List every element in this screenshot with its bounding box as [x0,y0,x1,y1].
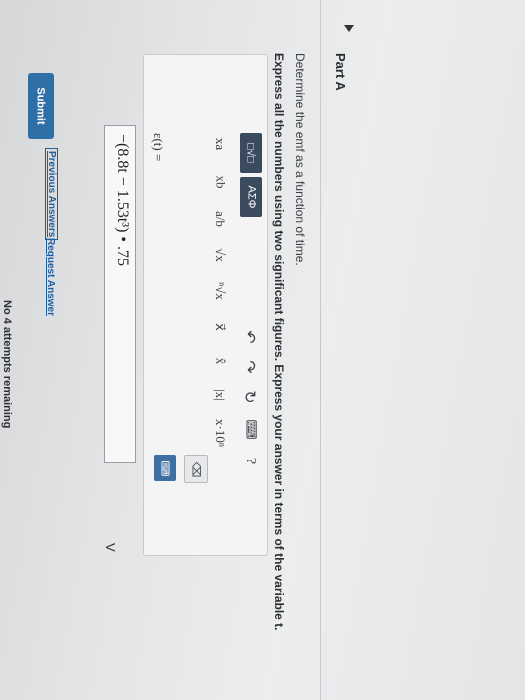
submit-button[interactable]: Submit [28,73,54,139]
keypad-icon: ⌨ [158,460,171,476]
keypad-button[interactable]: ⌨ [154,455,176,481]
sqrt-button[interactable]: √x [208,241,232,269]
redo-icon: ↷ [241,360,258,374]
reset-button[interactable]: ↻ [238,383,262,411]
unit-dropdown[interactable]: V [103,543,118,552]
answer-input[interactable]: −(8.8t − 1.53t³) • .75 [104,125,136,463]
undo-icon: ↶ [241,330,258,344]
request-answer-link[interactable]: Request Answer [45,238,56,316]
answer-label: ε(t) = [151,133,166,162]
question-instructions: Express all the numbers using two signif… [272,53,286,631]
keyboard-shortcuts-button[interactable]: ⌨ [238,415,262,443]
chevron-down-icon [344,25,354,32]
answer-expression: −(8.8t − 1.53t³) • .75 [114,134,131,266]
help-icon: ? [243,457,258,465]
greek-symbols-button[interactable]: AΣΦ [240,177,262,217]
abs-value-button[interactable]: |x| [208,381,232,409]
fraction-button[interactable]: a/b [208,205,232,233]
sci-notation-button[interactable]: x·10ⁿ [208,419,232,447]
nth-root-button[interactable]: ⁿ√x [208,277,232,305]
templates-button[interactable]: □√□ [240,133,262,173]
vector-button[interactable]: x⃗ [208,313,232,341]
part-toggle[interactable] [344,25,354,32]
redo-button[interactable]: ↷ [238,353,262,381]
unit-vector-button[interactable]: x̂ [208,347,232,375]
math-editor-toolbar: □√□ AΣΦ xa xb a/b √x ⁿ√x x⃗ x̂ |x| x·10ⁿ… [103,54,268,556]
delete-button[interactable]: ⌫ [184,455,208,483]
part-title: Part A [333,53,348,91]
undo-button[interactable]: ↶ [238,323,262,351]
help-button[interactable]: ? [238,447,262,475]
keyboard-icon: ⌨ [242,418,258,440]
attempts-remaining: No 4 attempts remaining [1,300,13,429]
question-text: Determine the emf as a function of time. [293,53,307,266]
superscript-button[interactable]: xa [208,130,232,158]
subscript-button[interactable]: xb [208,168,232,196]
previous-answers-link[interactable]: Previous Answers [45,148,58,241]
delete-icon: ⌫ [189,461,202,477]
reset-icon: ↻ [241,390,258,404]
